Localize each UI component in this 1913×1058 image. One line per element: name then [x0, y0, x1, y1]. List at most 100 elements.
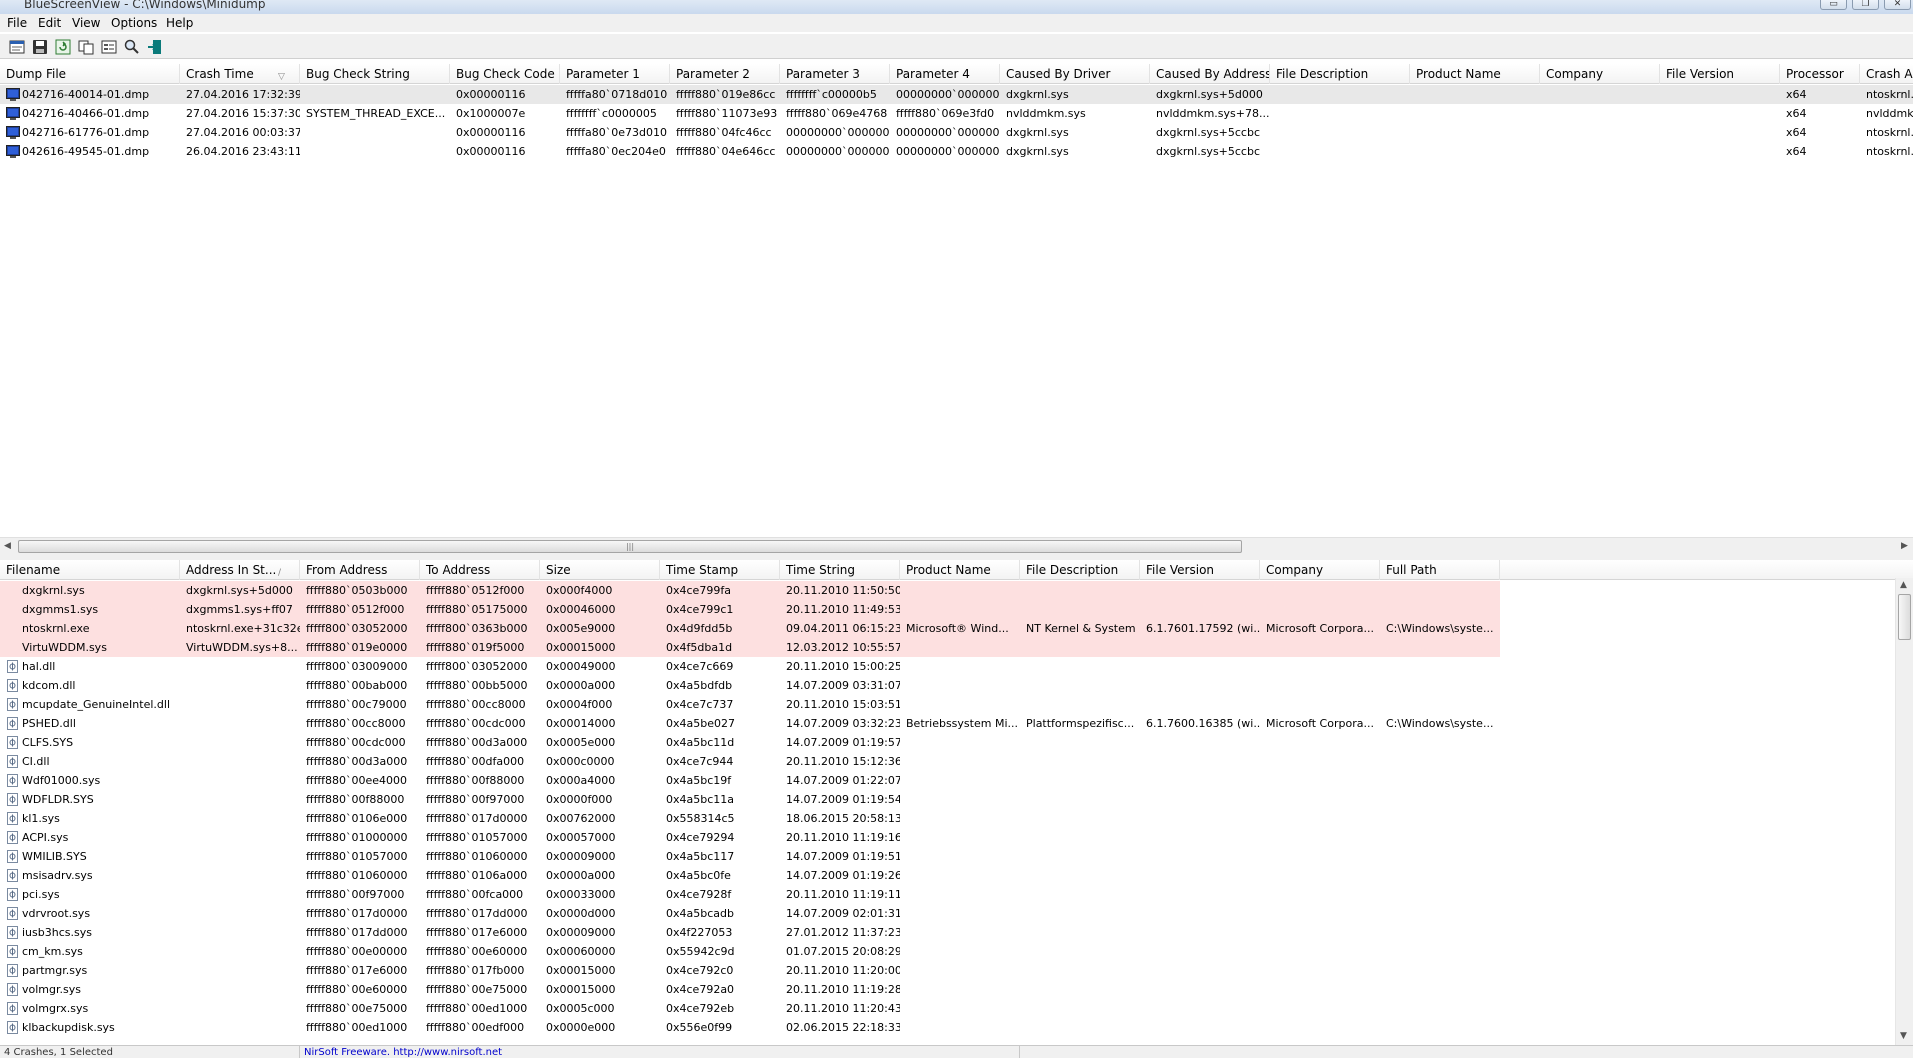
- driver-row[interactable]: msisadrv.sys fffff880`01060000 fffff880`01…: [0, 866, 1500, 885]
- scroll-right-icon[interactable]: ▶: [1901, 541, 1908, 551]
- driver-row[interactable]: iusb3hcs.sys fffff880`017dd000 fffff880`01…: [0, 923, 1500, 942]
- refresh-icon[interactable]: [54, 38, 72, 56]
- upper-column-header[interactable]: Parameter 2: [670, 64, 780, 84]
- driver-row[interactable]: cm_km.sys fffff880`00e00000 fffff880`00e60…: [0, 942, 1500, 961]
- lower-cell: 20.11.2010 11:50:50: [780, 581, 900, 600]
- vertical-scrollbar[interactable]: ▲ ▼: [1895, 578, 1913, 1045]
- driver-row[interactable]: dxgmms1.sys dxgmms1.sys+ff07 fffff880`0512…: [0, 600, 1500, 619]
- crash-row[interactable]: 042716-61776-01.dmp 27.04.2016 00:03:37 0x…: [0, 123, 1913, 142]
- crash-row[interactable]: 042716-40014-01.dmp 27.04.2016 17:32:39 0x…: [0, 85, 1913, 104]
- driver-row[interactable]: WMILIB.SYS fffff880`01057000 fffff880`0106…: [0, 847, 1500, 866]
- upper-column-header[interactable]: Company: [1540, 64, 1660, 84]
- lower-cell: [180, 847, 300, 866]
- menu-edit[interactable]: Edit: [38, 16, 61, 30]
- driver-row[interactable]: kl1.sys fffff880`0106e000 fffff880`017d000…: [0, 809, 1500, 828]
- upper-cell: 27.04.2016 15:37:30: [186, 107, 300, 120]
- lower-column-header[interactable]: Size: [540, 560, 660, 580]
- lower-cell: [1140, 828, 1260, 847]
- upper-column-header[interactable]: Caused By Address: [1150, 64, 1270, 84]
- lower-column-header[interactable]: Time Stamp: [660, 560, 780, 580]
- driver-row[interactable]: ntoskrnl.exe ntoskrnl.exe+31c32e fffff800`…: [0, 619, 1500, 638]
- exit-icon[interactable]: [146, 38, 164, 56]
- upper-column-header[interactable]: Parameter 1: [560, 64, 670, 84]
- upper-cell: 042616-49545-01.dmp: [22, 145, 150, 158]
- crash-row[interactable]: 042716-40466-01.dmp 27.04.2016 15:37:30 SY…: [0, 104, 1913, 123]
- upper-column-header[interactable]: Caused By Driver: [1000, 64, 1150, 84]
- scroll-left-icon[interactable]: ◀: [4, 541, 11, 551]
- lower-column-header[interactable]: File Version: [1140, 560, 1260, 580]
- close-button[interactable]: ✕: [1884, 0, 1911, 10]
- driver-row[interactable]: VirtuWDDM.sys VirtuWDDM.sys+8... fffff880`…: [0, 638, 1500, 657]
- driver-row[interactable]: vdrvroot.sys fffff880`017d0000 fffff880`01…: [0, 904, 1500, 923]
- menu-help[interactable]: Help: [166, 16, 193, 30]
- driver-row[interactable]: CLFS.SYS fffff880`00cdc000 fffff880`00d3a0…: [0, 733, 1500, 752]
- upper-column-header[interactable]: Parameter 3: [780, 64, 890, 84]
- lower-cell: [1140, 676, 1260, 695]
- html-report-icon[interactable]: [8, 38, 26, 56]
- upper-column-header[interactable]: Crash Ad: [1860, 64, 1913, 84]
- menu-view[interactable]: View: [72, 16, 100, 30]
- lower-cell: fffff880`00bb5000: [426, 679, 528, 692]
- upper-cell: ntoskrnl.: [1866, 88, 1913, 101]
- upper-column-header[interactable]: Product Name: [1410, 64, 1540, 84]
- upper-column-header[interactable]: Crash Time ▽: [180, 64, 300, 84]
- lower-column-header[interactable]: From Address: [300, 560, 420, 580]
- lower-cell: 0x4ce79294: [666, 831, 735, 844]
- horizontal-scrollbar[interactable]: ◀ ||| ▶: [0, 537, 1913, 554]
- scroll-up-icon[interactable]: ▲: [1900, 580, 1907, 590]
- save-icon[interactable]: [31, 38, 49, 56]
- lower-cell: [1380, 790, 1500, 809]
- driver-row[interactable]: Wdf01000.sys fffff880`00ee4000 fffff880`00…: [0, 771, 1500, 790]
- maximize-button[interactable]: ❐: [1852, 0, 1879, 10]
- driver-row[interactable]: mcupdate_GenuineIntel.dll fffff880`00c790…: [0, 695, 1500, 714]
- driver-row[interactable]: pci.sys fffff880`00f97000 fffff880`00fca00…: [0, 885, 1500, 904]
- driver-row[interactable]: volmgr.sys fffff880`00e60000 fffff880`00e7…: [0, 980, 1500, 999]
- crash-row[interactable]: 042616-49545-01.dmp 26.04.2016 23:43:11 0x…: [0, 142, 1913, 161]
- driver-row[interactable]: CI.dll fffff880`00d3a000 fffff880`00dfa000…: [0, 752, 1500, 771]
- nirsoft-link[interactable]: NirSoft Freeware. http://www.nirsoft.net: [300, 1046, 1020, 1058]
- driver-row[interactable]: hal.dll fffff800`03009000 fffff800`0305200…: [0, 657, 1500, 676]
- upper-column-header[interactable]: Dump File: [0, 64, 180, 84]
- lower-column-header[interactable]: Address In St... /: [180, 560, 300, 580]
- upper-column-header[interactable]: Processor: [1780, 64, 1860, 84]
- upper-column-header[interactable]: Bug Check Code: [450, 64, 560, 84]
- lower-column-header[interactable]: Full Path: [1380, 560, 1500, 580]
- driver-row[interactable]: PSHED.dll fffff880`00cc8000 fffff880`00cdc…: [0, 714, 1500, 733]
- driver-row[interactable]: kdcom.dll fffff880`00bab000 fffff880`00bb5…: [0, 676, 1500, 695]
- scroll-down-icon[interactable]: ▼: [1900, 1031, 1907, 1041]
- lower-cell: [1260, 657, 1380, 676]
- upper-column-header[interactable]: File Description: [1270, 64, 1410, 84]
- driver-row[interactable]: klbackupdisk.sys fffff880`00ed1000 fffff88…: [0, 1018, 1500, 1037]
- lower-cell: 0x4ce7c669: [666, 660, 734, 673]
- driver-row[interactable]: dxgkrnl.sys dxgkrnl.sys+5d000 fffff880`050…: [0, 581, 1500, 600]
- upper-column-header[interactable]: Bug Check String: [300, 64, 450, 84]
- upper-cell: dxgkrnl.sys: [1006, 145, 1069, 158]
- lower-cell: 0x00060000: [546, 945, 616, 958]
- lower-column-header[interactable]: Time String: [780, 560, 900, 580]
- driver-row[interactable]: ACPI.sys fffff880`01000000 fffff880`010570…: [0, 828, 1500, 847]
- lower-column-header[interactable]: To Address: [420, 560, 540, 580]
- lower-column-header[interactable]: Filename: [0, 560, 180, 580]
- lower-column-header[interactable]: Product Name: [900, 560, 1020, 580]
- driver-row[interactable]: partmgr.sys fffff880`017e6000 fffff880`017…: [0, 961, 1500, 980]
- lower-cell: 20.11.2010 11:19:11: [786, 888, 900, 901]
- lower-cell: 27.01.2012 11:37:23: [786, 926, 900, 939]
- minimize-button[interactable]: ▭: [1820, 0, 1847, 10]
- driver-row[interactable]: volmgrx.sys fffff880`00e75000 fffff880`00e…: [0, 999, 1500, 1018]
- lower-cell: [900, 809, 1020, 828]
- upper-cell: fffff880`019e86cc: [676, 88, 776, 101]
- upper-column-header[interactable]: File Version: [1660, 64, 1780, 84]
- properties-icon[interactable]: [100, 38, 118, 56]
- menu-file[interactable]: File: [7, 16, 27, 30]
- vertical-scroll-thumb[interactable]: [1898, 594, 1911, 640]
- driver-row[interactable]: WDFLDR.SYS fffff880`00f88000 fffff880`00f9…: [0, 790, 1500, 809]
- horizontal-scroll-thumb[interactable]: |||: [18, 540, 1242, 553]
- copy-icon[interactable]: [77, 38, 95, 56]
- find-icon[interactable]: [123, 38, 141, 56]
- driver-list-header: Filename Address In St... / From Address To …: [0, 560, 1913, 580]
- menu-options[interactable]: Options: [111, 16, 157, 30]
- lower-cell: [1380, 904, 1500, 923]
- lower-column-header[interactable]: File Description: [1020, 560, 1140, 580]
- lower-column-header[interactable]: Company: [1260, 560, 1380, 580]
- upper-column-header[interactable]: Parameter 4: [890, 64, 1000, 84]
